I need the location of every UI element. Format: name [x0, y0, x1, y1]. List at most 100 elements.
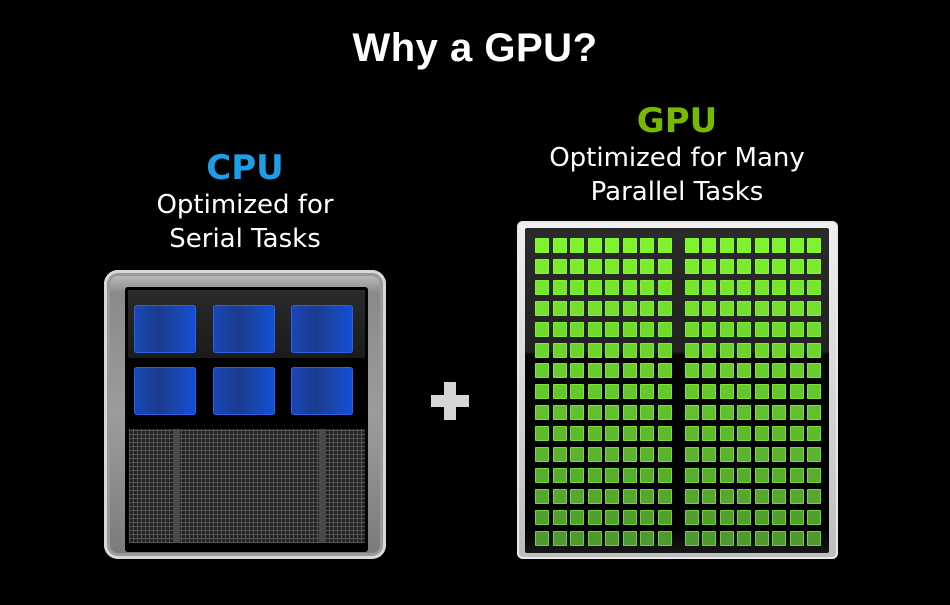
gpu-core — [684, 342, 699, 358]
gpu-core — [657, 238, 672, 253]
gpu-core — [702, 488, 716, 504]
gpu-core — [535, 426, 549, 442]
gpu-core — [789, 258, 804, 274]
gpu-core — [570, 509, 584, 525]
gpu-core — [684, 405, 699, 421]
gpu-core — [657, 405, 672, 421]
gpu-core — [552, 467, 567, 483]
gpu-core — [657, 488, 672, 504]
gpu-core — [605, 405, 619, 421]
gpu-core — [807, 342, 821, 358]
gpu-core — [702, 258, 716, 274]
gpu-core — [535, 363, 549, 379]
gpu-core — [737, 300, 751, 316]
cpu-subtitle-line-1: Optimized for — [156, 190, 334, 220]
gpu-core — [807, 426, 821, 442]
gpu-core — [622, 530, 637, 546]
gpu-core — [772, 238, 786, 253]
gpu-core — [622, 447, 637, 462]
gpu-core — [535, 238, 549, 253]
gpu-core — [622, 238, 637, 253]
gpu-core — [535, 384, 549, 400]
gpu-core — [719, 467, 734, 483]
gpu-core — [737, 405, 751, 421]
gpu-core — [552, 530, 567, 546]
gpu-core — [535, 279, 549, 295]
gpu-core — [702, 426, 716, 442]
gpu-core — [772, 447, 786, 462]
gpu-core — [535, 258, 549, 274]
gpu-core — [772, 300, 786, 316]
gpu-core — [719, 426, 734, 442]
gpu-core — [535, 467, 549, 483]
gpu-core — [640, 467, 654, 483]
gpu-core — [684, 300, 699, 316]
gpu-core — [657, 258, 672, 274]
gpu-core — [754, 238, 769, 253]
gpu-core — [789, 447, 804, 462]
gpu-core — [552, 238, 567, 253]
gpu-core — [587, 342, 602, 358]
gpu-core — [807, 321, 821, 337]
gpu-core — [772, 258, 786, 274]
gpu-subtitle-line-1: Optimized for Many — [549, 143, 805, 173]
gpu-core — [605, 363, 619, 379]
gpu-core — [719, 300, 734, 316]
gpu-core — [605, 447, 619, 462]
gpu-core — [684, 447, 699, 462]
cpu-core — [213, 367, 275, 415]
gpu-core — [640, 447, 654, 462]
gpu-core — [737, 321, 751, 337]
gpu-core — [605, 342, 619, 358]
gpu-core — [754, 488, 769, 504]
gpu-core — [640, 426, 654, 442]
gpu-core — [684, 509, 699, 525]
cache-divider — [173, 429, 180, 543]
cpu-die — [104, 270, 386, 559]
gpu-core — [640, 300, 654, 316]
gpu-core — [622, 405, 637, 421]
gpu-core — [737, 467, 751, 483]
gpu-core — [552, 488, 567, 504]
gpu-core — [657, 321, 672, 337]
gpu-core — [622, 258, 637, 274]
gpu-core — [535, 488, 549, 504]
gpu-core — [622, 300, 637, 316]
gpu-core — [587, 509, 602, 525]
gpu-core — [684, 530, 699, 546]
gpu-core — [702, 530, 716, 546]
gpu-core — [807, 405, 821, 421]
gpu-core — [570, 258, 584, 274]
gpu-core — [587, 321, 602, 337]
gpu-subtitle-line-2: Parallel Tasks — [590, 177, 764, 207]
gpu-core — [605, 467, 619, 483]
gpu-core — [702, 509, 716, 525]
gpu-core — [719, 447, 734, 462]
gpu-core — [552, 258, 567, 274]
gpu-core — [719, 238, 734, 253]
gpu-core — [789, 300, 804, 316]
gpu-core — [570, 279, 584, 295]
gpu-core — [535, 342, 549, 358]
gpu-core — [622, 342, 637, 358]
gpu-core — [772, 342, 786, 358]
gpu-core — [807, 447, 821, 462]
gpu-core — [702, 279, 716, 295]
gpu-core — [570, 300, 584, 316]
gpu-core — [587, 530, 602, 546]
cpu-core — [134, 305, 196, 353]
gpu-core — [807, 258, 821, 274]
gpu-core — [754, 384, 769, 400]
gpu-core — [552, 279, 567, 295]
cpu-core — [213, 305, 275, 353]
gpu-core — [737, 447, 751, 462]
gpu-core — [552, 405, 567, 421]
gpu-core — [605, 321, 619, 337]
gpu-core — [605, 300, 619, 316]
gpu-core — [737, 238, 751, 253]
gpu-core — [605, 279, 619, 295]
gpu-core — [719, 342, 734, 358]
gpu-core — [719, 258, 734, 274]
gpu-core — [552, 384, 567, 400]
gpu-core — [772, 321, 786, 337]
